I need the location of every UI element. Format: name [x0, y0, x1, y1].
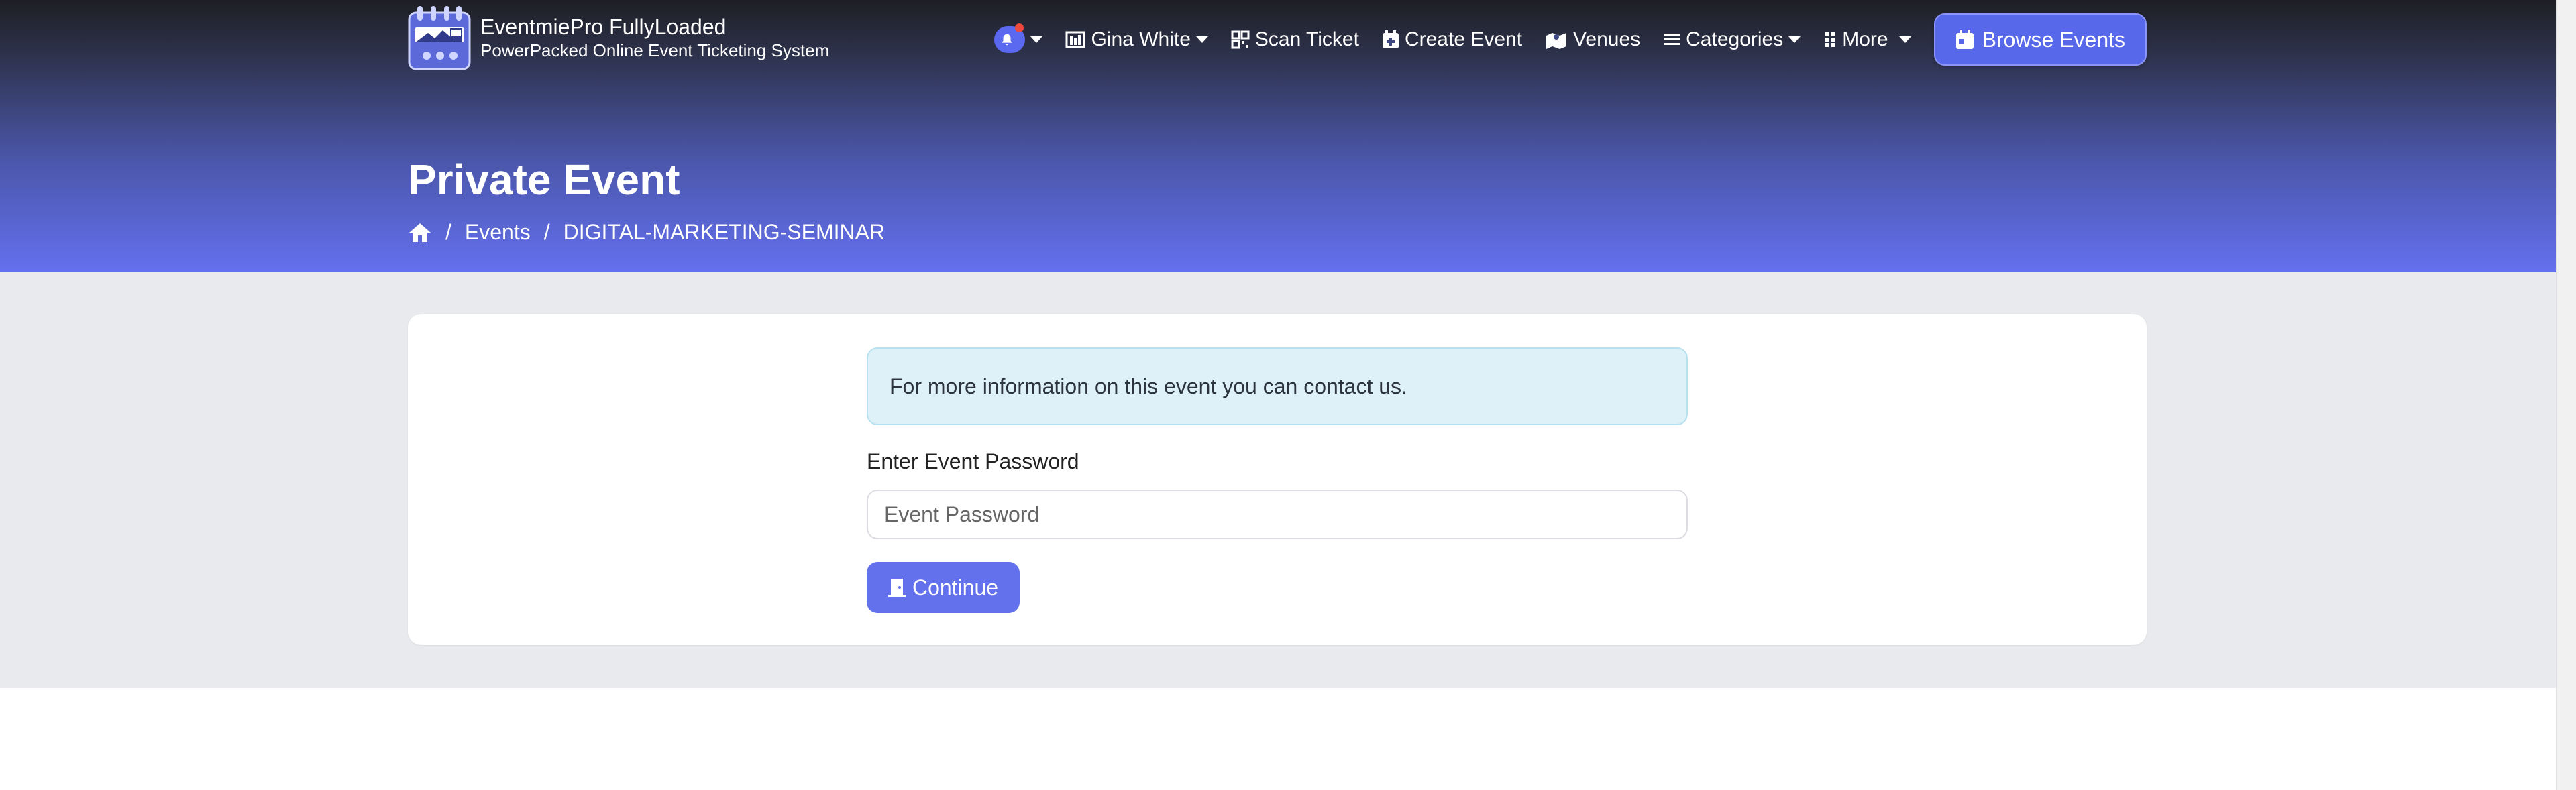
event-password-input[interactable] — [867, 490, 1688, 539]
continue-button[interactable]: Continue — [867, 562, 1020, 613]
password-label: Enter Event Password — [867, 449, 1079, 473]
continue-label: Continue — [912, 575, 999, 600]
breadcrumb-separator: / — [543, 220, 550, 244]
scrollbar[interactable] — [2556, 0, 2576, 790]
page-title: Private Event — [408, 156, 680, 204]
home-icon[interactable] — [408, 222, 432, 243]
breadcrumb: / Events / DIGITAL-MARKETING-SEMINAR — [408, 220, 885, 245]
breadcrumb-events-link[interactable]: Events — [465, 220, 531, 245]
info-alert: For more information on this event you c… — [867, 347, 1688, 425]
breadcrumb-separator: / — [445, 220, 451, 244]
page-heading: Private Event / Events / DIGITAL-MARKETI… — [408, 0, 2147, 272]
breadcrumb-current: DIGITAL-MARKETING-SEMINAR — [563, 220, 885, 244]
door-icon — [888, 579, 906, 597]
page-header-hero: EventmiePro FullyLoaded PowerPacked Onli… — [0, 0, 2556, 272]
password-card: For more information on this event you c… — [408, 314, 2147, 645]
